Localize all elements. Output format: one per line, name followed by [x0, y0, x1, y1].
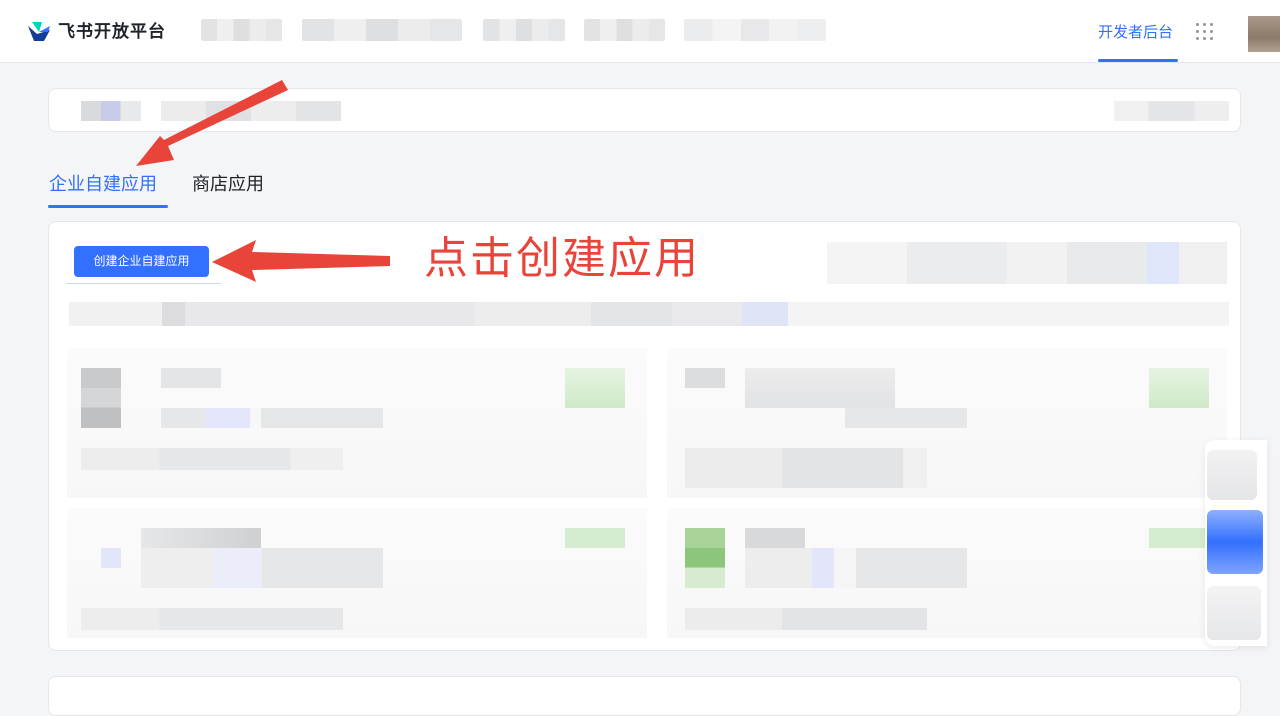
create-enterprise-app-button[interactable]: 创建企业自建应用	[74, 246, 209, 277]
app-icon	[685, 528, 725, 588]
nav-item-blurred[interactable]	[302, 19, 462, 41]
app-card[interactable]	[667, 508, 1227, 638]
app-desc	[161, 408, 383, 428]
app-name	[161, 368, 221, 388]
blurred-text	[1114, 101, 1229, 121]
blurred-text	[81, 101, 141, 121]
annotation-text: 点击创建应用	[424, 233, 700, 284]
tab-store-apps[interactable]: 商店应用	[192, 172, 264, 198]
button-divider	[66, 283, 221, 284]
status-badge	[1149, 368, 1209, 408]
top-nav: 飞书开放平台 开发者后台	[0, 0, 1280, 63]
status-badge	[1149, 528, 1209, 548]
app-icon	[101, 548, 121, 568]
feishu-logo-icon[interactable]	[26, 20, 52, 44]
app-meta	[685, 448, 927, 488]
secondary-card	[48, 676, 1241, 716]
blurred-text	[161, 101, 341, 121]
status-badge	[565, 528, 625, 548]
nav-item-blurred[interactable]	[201, 19, 282, 41]
blurred-filter	[827, 242, 1227, 284]
avatar[interactable]	[1248, 16, 1280, 52]
floating-help-widget[interactable]	[1205, 440, 1267, 646]
app-meta	[685, 608, 927, 630]
account-info-bar	[48, 88, 1241, 132]
active-tab-indicator	[48, 205, 168, 208]
app-card[interactable]	[67, 348, 647, 498]
app-meta	[81, 608, 343, 630]
app-card[interactable]	[667, 348, 1227, 498]
feedback-icon[interactable]	[1207, 510, 1263, 574]
nav-item-blurred[interactable]	[483, 19, 565, 41]
dev-console-underline	[1098, 59, 1178, 62]
app-name	[745, 528, 805, 548]
app-card[interactable]	[67, 508, 647, 638]
app-icon	[81, 368, 121, 428]
status-badge	[565, 368, 625, 408]
dev-console-link[interactable]: 开发者后台	[1098, 20, 1173, 44]
grid-icon[interactable]	[1196, 23, 1214, 41]
app-desc	[141, 548, 383, 588]
app-meta	[81, 448, 343, 470]
nav-item-blurred[interactable]	[584, 19, 665, 41]
app-name	[141, 528, 261, 548]
tab-enterprise-apps[interactable]: 企业自建应用	[49, 172, 157, 198]
help-icon[interactable]	[1207, 450, 1257, 500]
brand-title[interactable]: 飞书开放平台	[58, 20, 166, 44]
app-desc	[745, 548, 967, 588]
app-desc	[845, 408, 967, 428]
more-icon[interactable]	[1207, 586, 1261, 640]
app-icon	[685, 368, 725, 388]
blurred-description	[69, 302, 1229, 326]
app-name	[745, 368, 895, 408]
nav-item-blurred[interactable]	[684, 19, 826, 41]
